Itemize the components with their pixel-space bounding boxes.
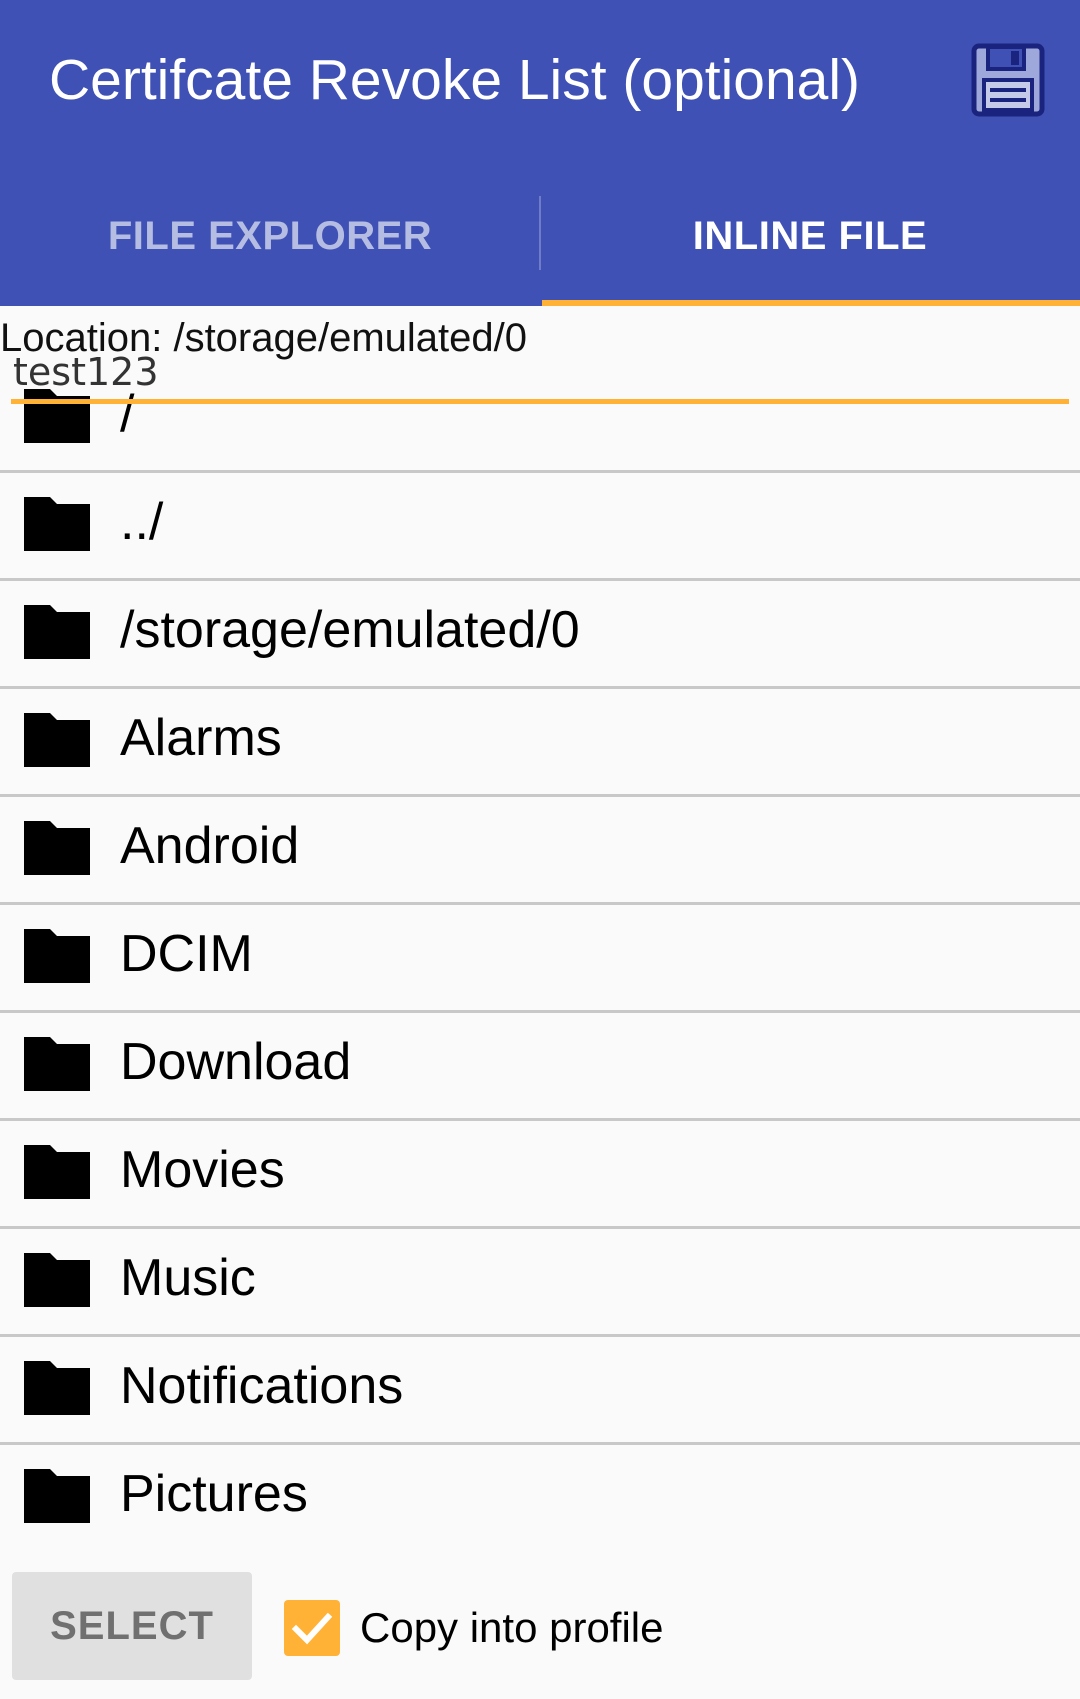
copy-into-profile-checkbox[interactable] <box>284 1600 340 1656</box>
file-name: Notifications <box>120 1357 404 1415</box>
file-name: Download <box>120 1033 352 1091</box>
file-row[interactable]: Alarms <box>0 689 1080 797</box>
folder-icon <box>24 1037 90 1091</box>
file-row[interactable]: Pictures <box>0 1445 1080 1550</box>
page-title: Certifcate Revoke List (optional) <box>49 48 861 112</box>
folder-icon <box>24 1469 90 1523</box>
folder-icon <box>24 605 90 659</box>
file-name: Alarms <box>120 709 282 767</box>
file-row[interactable]: ../ <box>0 473 1080 581</box>
file-name: ../ <box>120 493 164 551</box>
app-bar: Certifcate Revoke List (optional) FILE E… <box>0 0 1080 306</box>
file-row[interactable]: Notifications <box>0 1337 1080 1445</box>
tab-inline-file[interactable]: INLINE FILE <box>540 196 1080 306</box>
folder-icon <box>24 1253 90 1307</box>
copy-into-profile-label: Copy into profile <box>360 1604 664 1651</box>
save-button[interactable] <box>970 42 1046 118</box>
folder-icon <box>24 929 90 983</box>
tab-indicator <box>542 300 1080 306</box>
folder-icon <box>24 1145 90 1199</box>
file-row[interactable]: Download <box>0 1013 1080 1121</box>
file-name: Android <box>120 817 300 875</box>
bottom-bar: SELECT Copy into profile <box>0 1552 1080 1699</box>
inline-file-input[interactable] <box>11 344 1069 404</box>
file-name: Music <box>120 1249 256 1307</box>
file-name: Pictures <box>120 1465 308 1523</box>
select-button[interactable]: SELECT <box>12 1572 252 1680</box>
file-list: / ..//storage/emulated/0 Alarms Android DCIM… <box>0 372 1080 1550</box>
file-row[interactable]: /storage/emulated/0 <box>0 581 1080 689</box>
file-name: /storage/emulated/0 <box>120 601 580 659</box>
folder-icon <box>24 713 90 767</box>
file-row[interactable]: DCIM <box>0 905 1080 1013</box>
checkmark-icon <box>291 1612 333 1645</box>
file-row[interactable]: Movies <box>0 1121 1080 1229</box>
folder-icon <box>24 497 90 551</box>
save-icon <box>971 43 1045 117</box>
tab-file-explorer[interactable]: FILE EXPLORER <box>0 196 540 306</box>
tab-bar: FILE EXPLORER INLINE FILE <box>0 196 1080 306</box>
folder-icon <box>24 1361 90 1415</box>
file-name: Movies <box>120 1141 285 1199</box>
file-row[interactable]: Android <box>0 797 1080 905</box>
folder-icon <box>24 821 90 875</box>
file-row[interactable]: Music <box>0 1229 1080 1337</box>
file-name: DCIM <box>120 925 253 983</box>
